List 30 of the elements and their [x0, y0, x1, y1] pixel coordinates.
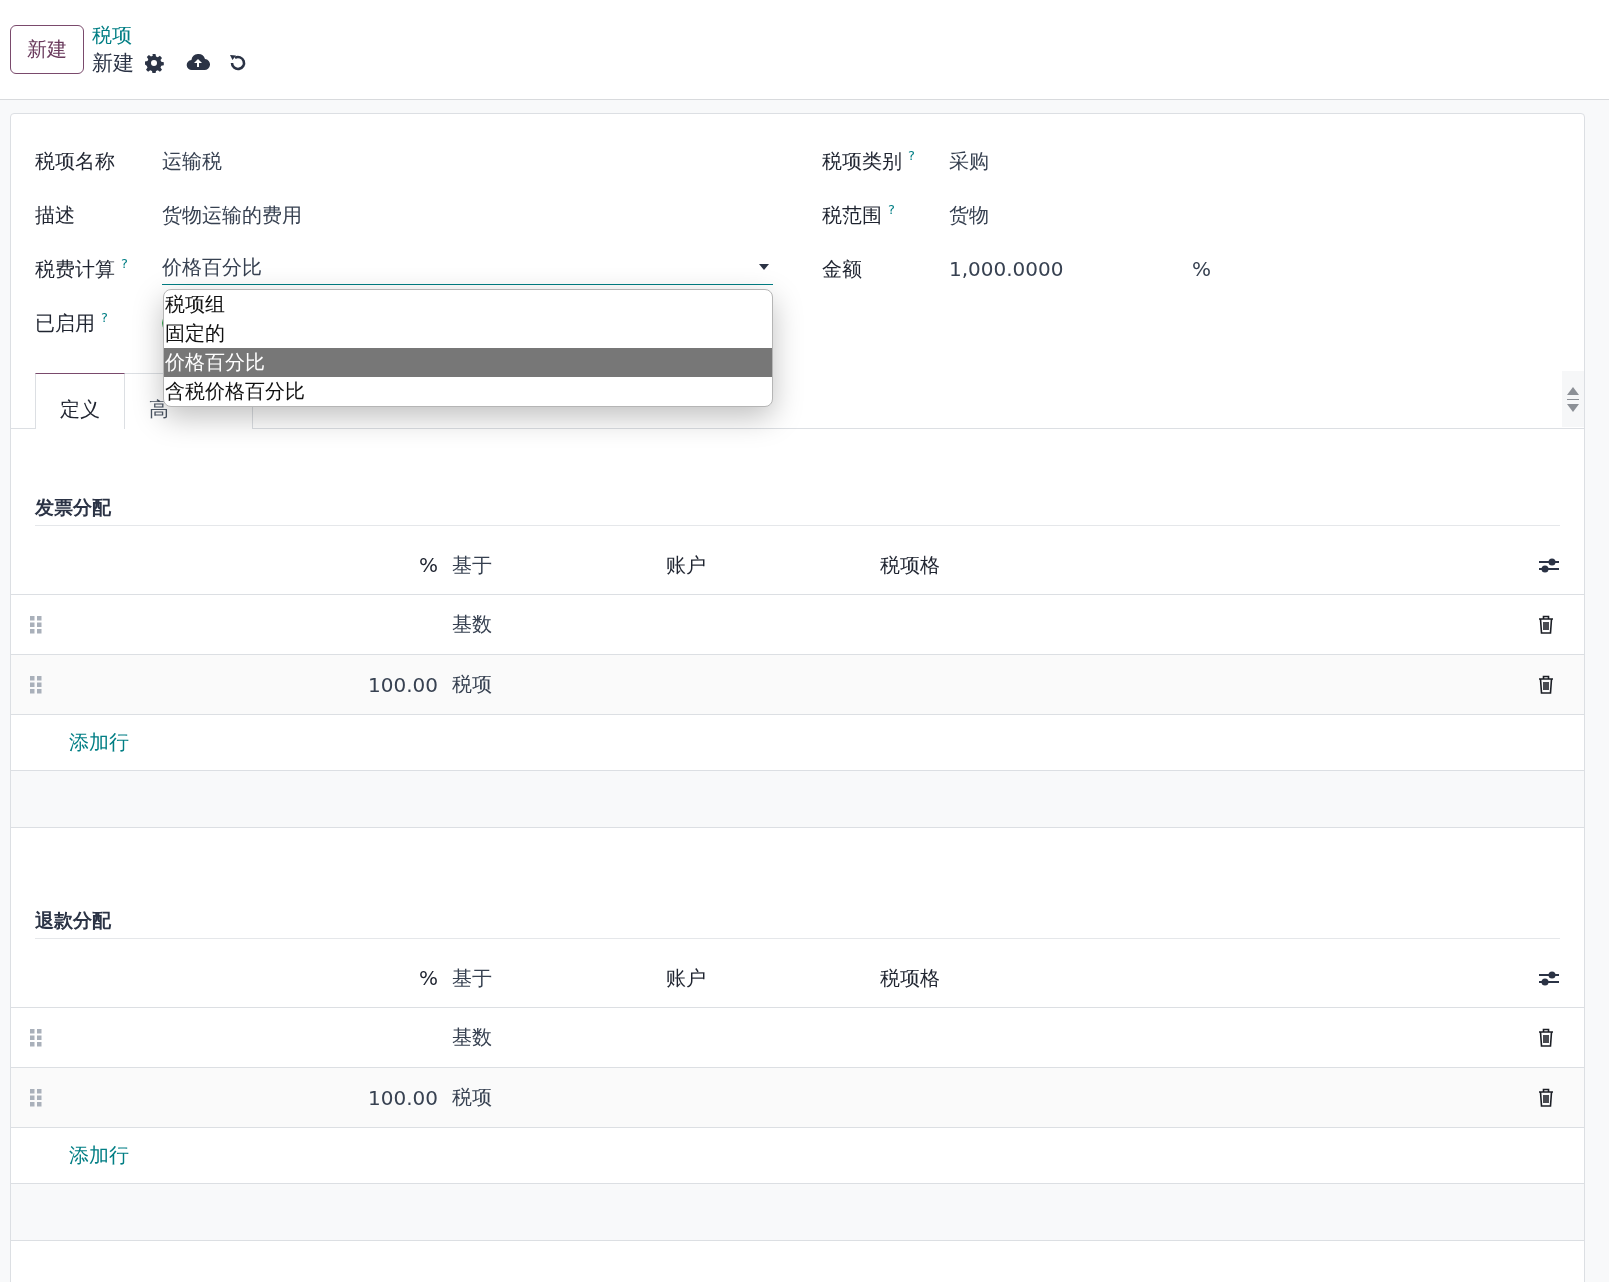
- field-label: 税费计算: [35, 255, 115, 283]
- field-value: 运输税: [162, 147, 222, 175]
- table-cell-text: 基数: [452, 611, 493, 638]
- column-header: 基于: [452, 551, 493, 579]
- unit-label: %: [1192, 257, 1211, 281]
- field-value: 货物: [949, 201, 989, 229]
- field-value: 货物运输的费用: [162, 201, 302, 229]
- table-cell-text: 税项: [452, 671, 493, 698]
- field-value: 采购: [949, 147, 989, 175]
- column-header: 税项格: [880, 964, 941, 992]
- table-cell: 100.00: [368, 1085, 438, 1110]
- amount-value: 1,000.0000: [949, 257, 1065, 281]
- field-label: 金额: [822, 255, 862, 283]
- table-cell: 100.00: [368, 672, 438, 697]
- field-label: 税项名称: [35, 147, 115, 175]
- field-label: 已启用: [35, 309, 95, 337]
- column-header: 基于: [452, 964, 493, 992]
- field-label: 税范围: [822, 201, 882, 229]
- record-title: 新建: [92, 50, 134, 77]
- table-cell-text: 税项: [452, 1084, 493, 1111]
- column-header: 税项格: [880, 551, 941, 579]
- field-label: 税项类别: [822, 147, 902, 175]
- field-label: 描述: [35, 201, 75, 229]
- column-header: %: [418, 966, 439, 990]
- column-header: 账户: [666, 551, 707, 579]
- table-cell-text: 基数: [452, 1024, 493, 1051]
- column-header: 账户: [666, 964, 707, 992]
- section-title: 发票分配: [35, 495, 1560, 526]
- column-header: %: [418, 553, 439, 577]
- section-title: 退款分配: [35, 908, 1560, 939]
